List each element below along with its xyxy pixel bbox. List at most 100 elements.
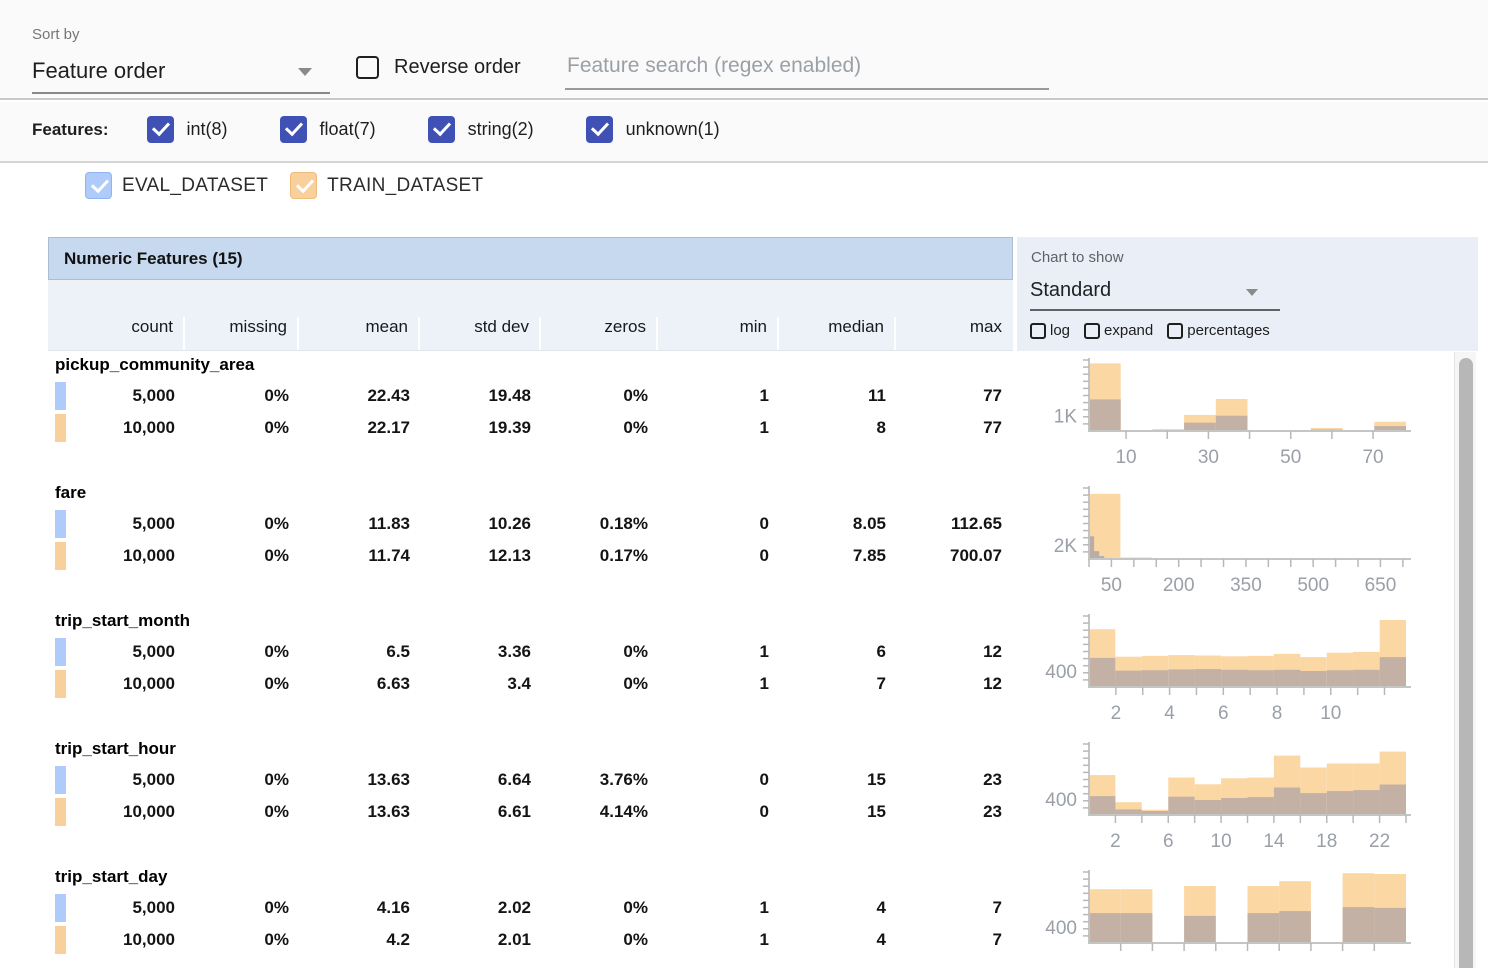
cell-median: 8 (779, 413, 896, 445)
reverse-order-label: Reverse order (394, 56, 521, 79)
checkbox-checked-icon (290, 172, 317, 199)
hist-bar-eval_dataset (1279, 911, 1311, 943)
chart-type-select[interactable]: Standard (1030, 273, 1280, 311)
scrollbar[interactable] (1454, 352, 1476, 968)
cell-std-dev: 2.01 (420, 925, 541, 957)
x-tick-label: 8 (1272, 703, 1283, 724)
chart-option-percentages[interactable]: percentages (1167, 322, 1270, 339)
feature-search-input[interactable] (565, 50, 1049, 90)
x-tick-label: 10 (1115, 447, 1136, 468)
cell-count: 10,000 (48, 797, 185, 829)
x-tick-label: 200 (1163, 575, 1195, 596)
cell-mean: 13.63 (299, 765, 420, 797)
sort-by-label: Sort by (32, 26, 80, 43)
hist-bar-eval_dataset (1168, 797, 1194, 815)
cell-mean: 13.63 (299, 797, 420, 829)
hist-bar-eval_dataset (1089, 796, 1115, 815)
feature-table-body: pickup_community_area5,0000%22.4319.480%… (48, 352, 1013, 968)
feature-name: trip_start_hour (48, 736, 1013, 765)
x-tick-label: 18 (1316, 831, 1337, 852)
cell-missing: 0% (185, 637, 299, 669)
x-tick-label: 650 (1365, 575, 1397, 596)
x-tick-label: 10 (1211, 831, 1232, 852)
x-tick-label: 350 (1230, 575, 1262, 596)
cell-missing: 0% (185, 669, 299, 701)
checkbox-checked-icon (586, 116, 613, 143)
x-tick-label: 30 (1198, 447, 1219, 468)
cell-median: 11 (779, 381, 896, 413)
hist-bar-eval_dataset (1380, 785, 1406, 816)
cell-min: 1 (658, 893, 779, 925)
dataset-marker (55, 382, 66, 410)
chart-option-expand[interactable]: expand (1084, 322, 1153, 339)
cell-zeros: 0% (541, 413, 658, 445)
checkbox-unchecked-icon (1167, 323, 1183, 339)
feature-type-label: string(2) (468, 119, 534, 140)
cell-count: 5,000 (48, 765, 185, 797)
dataset-marker (55, 542, 66, 570)
hist-bar-eval_dataset (1353, 790, 1379, 815)
reverse-order-checkbox[interactable]: Reverse order (356, 56, 521, 79)
feature-name: trip_start_month (48, 608, 1013, 637)
cell-count: 5,000 (48, 381, 185, 413)
x-tick-label: 70 (1362, 447, 1383, 468)
sort-by-select[interactable]: Feature order (32, 52, 330, 94)
hist-bar-eval_dataset (1121, 913, 1153, 943)
check-icon (284, 118, 302, 137)
y-axis-label: 1K (1054, 407, 1078, 428)
cell-count: 10,000 (48, 669, 185, 701)
table-column-headers: countmissingmeanstd devzerosminmedianmax (48, 280, 1013, 351)
feature-type-label: unknown(1) (626, 119, 720, 140)
histogram-trip_start_month: 246810400 (1016, 608, 1454, 736)
feature-name: pickup_community_area (48, 352, 1013, 381)
check-icon (296, 175, 314, 194)
cell-missing: 0% (185, 509, 299, 541)
cell-count: 5,000 (48, 509, 185, 541)
dataset-checkbox-eval_dataset[interactable]: EVAL_DATASET (85, 172, 268, 199)
cell-max: 7 (896, 893, 1012, 925)
feature-type-filters: int(8) float(7) string(2) unknown(1) (147, 116, 772, 143)
cell-min: 0 (658, 541, 779, 573)
cell-max: 23 (896, 797, 1012, 829)
hist-bar-eval_dataset (1327, 670, 1353, 687)
y-axis-label: 400 (1045, 790, 1077, 811)
feature-type-checkbox-unknown[interactable]: unknown(1) (586, 116, 720, 143)
x-tick-label: 6 (1163, 831, 1174, 852)
feature-types-bar: Features: int(8)float(7)string(2)unknown… (0, 102, 1488, 163)
x-tick-label: 22 (1369, 831, 1390, 852)
chart-to-show-label: Chart to show (1031, 249, 1124, 266)
hist-bar-eval_dataset (1300, 671, 1326, 687)
feature-type-checkbox-float[interactable]: float(7) (280, 116, 376, 143)
scrollbar-thumb[interactable] (1459, 358, 1473, 968)
feature-type-checkbox-int[interactable]: int(8) (147, 116, 228, 143)
histogram-svg: 2610141822400 (1016, 736, 1418, 864)
cell-zeros: 0% (541, 893, 658, 925)
column-header-missing: missing (185, 317, 299, 350)
table-row-train_dataset: 10,0000%4.22.010%147 (48, 925, 1013, 957)
dropdown-arrow-icon (1246, 289, 1258, 296)
x-tick-label: 2 (1111, 703, 1122, 724)
feature-type-checkbox-string[interactable]: string(2) (428, 116, 534, 143)
feature-block: trip_start_hour5,0000%13.636.643.76%0152… (48, 736, 1013, 864)
cell-median: 4 (779, 893, 896, 925)
hist-bar-eval_dataset (1300, 793, 1326, 815)
cell-missing: 0% (185, 413, 299, 445)
cell-count: 10,000 (48, 413, 185, 445)
cell-max: 12 (896, 669, 1012, 701)
cell-mean: 6.63 (299, 669, 420, 701)
x-tick-label: 2 (1110, 831, 1121, 852)
cell-median: 7.85 (779, 541, 896, 573)
dataset-marker (55, 798, 66, 826)
dataset-marker (55, 414, 66, 442)
check-icon (432, 118, 450, 137)
hist-bar-eval_dataset (1248, 913, 1280, 943)
chart-option-log[interactable]: log (1030, 322, 1070, 339)
cell-zeros: 0% (541, 925, 658, 957)
feature-name: trip_start_day (48, 864, 1013, 893)
column-header-count: count (48, 317, 185, 350)
dataset-checkbox-train_dataset[interactable]: TRAIN_DATASET (290, 172, 483, 199)
x-tick-label: 10 (1320, 703, 1341, 724)
cell-max: 700.07 (896, 541, 1012, 573)
cell-max: 7 (896, 925, 1012, 957)
checkbox-unchecked-icon (356, 56, 379, 79)
